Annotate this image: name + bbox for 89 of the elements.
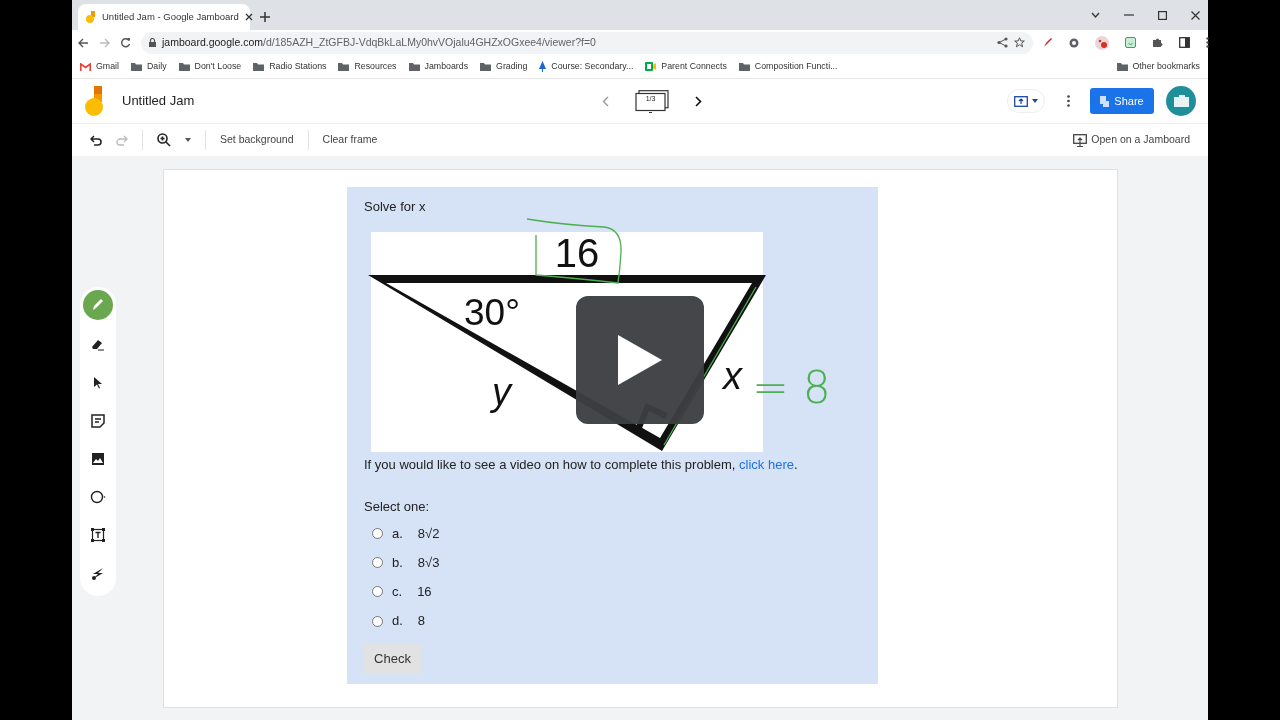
course-icon [539, 61, 547, 72]
option-letter: a. [392, 524, 403, 543]
star-icon[interactable] [1014, 37, 1025, 48]
side-label: 16 [554, 230, 600, 275]
folder-icon [131, 62, 142, 71]
caret-icon [1032, 99, 1038, 103]
bookmark[interactable]: Composition Functi... [738, 59, 838, 74]
option-text: 8√2 [417, 524, 440, 543]
more-icon[interactable] [1206, 37, 1209, 48]
building-icon [1100, 95, 1110, 107]
folder-icon [738, 62, 750, 71]
folder-icon [408, 62, 420, 71]
chevron-down-icon[interactable] [1091, 12, 1100, 18]
back-icon[interactable] [78, 37, 89, 48]
pen-icon[interactable] [1043, 37, 1053, 48]
previous-frame-icon[interactable] [602, 95, 609, 107]
bookmark[interactable]: Daily [131, 59, 167, 74]
select-label: Select one: [364, 498, 431, 517]
folder-icon [480, 62, 492, 71]
clear-frame-button[interactable]: Clear frame [322, 132, 378, 148]
question-prompt: Solve for x [364, 198, 427, 216]
bookmark[interactable]: Other bookmarks [1116, 59, 1200, 74]
bookmark[interactable]: Course: Secondary... [539, 59, 634, 74]
bookmark[interactable]: Resources [338, 59, 397, 74]
jamboard-logo-icon[interactable] [84, 86, 106, 116]
check-button[interactable]: Check [364, 643, 421, 674]
bookmark[interactable]: Radio Stations [253, 59, 327, 74]
caret-icon[interactable] [185, 138, 191, 142]
new-tab-icon[interactable] [260, 12, 270, 22]
jamboard-logo-icon [86, 11, 96, 23]
side-panel-icon[interactable] [1179, 37, 1190, 48]
play-button[interactable] [576, 296, 704, 424]
side-label: y [492, 370, 511, 413]
bookmark[interactable]: Parent Connects [645, 59, 727, 74]
link[interactable]: click here [739, 456, 794, 472]
folder-icon [178, 62, 190, 71]
share-button[interactable]: Share [1090, 88, 1154, 114]
gmail-icon [80, 62, 91, 71]
angle-label: 30° [464, 291, 520, 333]
radio-button[interactable] [372, 586, 383, 598]
share-icon[interactable] [997, 37, 1008, 48]
cast-button[interactable] [1007, 89, 1045, 113]
option-letter: d. [392, 612, 403, 631]
folder-icon [1116, 62, 1128, 71]
maximize-icon[interactable] [1158, 10, 1167, 20]
folder-icon [253, 62, 265, 71]
more-icon[interactable] [1067, 95, 1070, 107]
tab-title: Untitled Jam - Google Jamboard [102, 9, 239, 24]
reload-icon[interactable] [120, 37, 131, 48]
option-letter: b. [392, 553, 403, 572]
text-box-icon[interactable] [90, 526, 106, 543]
option-letter: c. [392, 583, 403, 602]
radio-button[interactable] [372, 557, 383, 569]
image-icon[interactable] [90, 450, 106, 467]
present-icon [1014, 95, 1028, 107]
option-text: 8√3 [417, 553, 440, 572]
url-text: jamboard.google.com/d/185AZH_ZtGFBJ-VdqBkLaLMy0hvVOjalu4GHZxOGxee4/viewer?f=0 [162, 34, 597, 50]
bookmark[interactable]: Don't Loose [178, 59, 242, 74]
undo-icon[interactable] [90, 134, 102, 146]
side-label: x [723, 354, 742, 397]
option-text: 16 [417, 583, 432, 602]
circle-icon[interactable] [90, 488, 106, 505]
close-icon[interactable] [1191, 10, 1200, 20]
record-icon[interactable] [1095, 35, 1109, 50]
frames-icon [635, 89, 669, 114]
play-icon [618, 335, 662, 385]
folder-icon [338, 62, 350, 71]
bookmark[interactable]: Gmail [80, 59, 119, 74]
monitor-upload-icon [1073, 133, 1088, 147]
zoom-in-icon[interactable] [157, 133, 171, 147]
open-on-jamboard-button[interactable]: Open on a Jamboard [1073, 132, 1190, 148]
account-avatar-icon[interactable] [1166, 86, 1196, 116]
pen-icon[interactable] [90, 297, 106, 313]
handwritten-answer: = 8 [752, 361, 831, 413]
set-background-button[interactable]: Set background [220, 132, 294, 148]
lock-icon [149, 38, 156, 47]
option-text: 8 [417, 612, 426, 631]
video-hint: If you would like to see a video on how to complete this problem, click here. [364, 455, 799, 474]
browser-tab[interactable]: Untitled Jam - Google Jamboard [78, 4, 250, 30]
address-bar[interactable]: jamboard.google.com/d/185AZH_ZtGFBJ-VdqBkLaLMy0hvVOjalu4GHZxOGxee4/viewer?f=0 [141, 31, 1033, 54]
sticky-note-icon[interactable] [90, 412, 106, 429]
bookmark[interactable]: Grading [480, 59, 528, 74]
bookmark[interactable]: Jamboards [408, 59, 469, 74]
video-call-icon [645, 62, 657, 71]
radio-button[interactable] [372, 527, 383, 539]
jam-title[interactable]: Untitled Jam [122, 91, 195, 111]
radio-button[interactable] [372, 615, 383, 627]
close-icon[interactable] [244, 13, 253, 21]
next-frame-icon[interactable] [695, 95, 702, 107]
